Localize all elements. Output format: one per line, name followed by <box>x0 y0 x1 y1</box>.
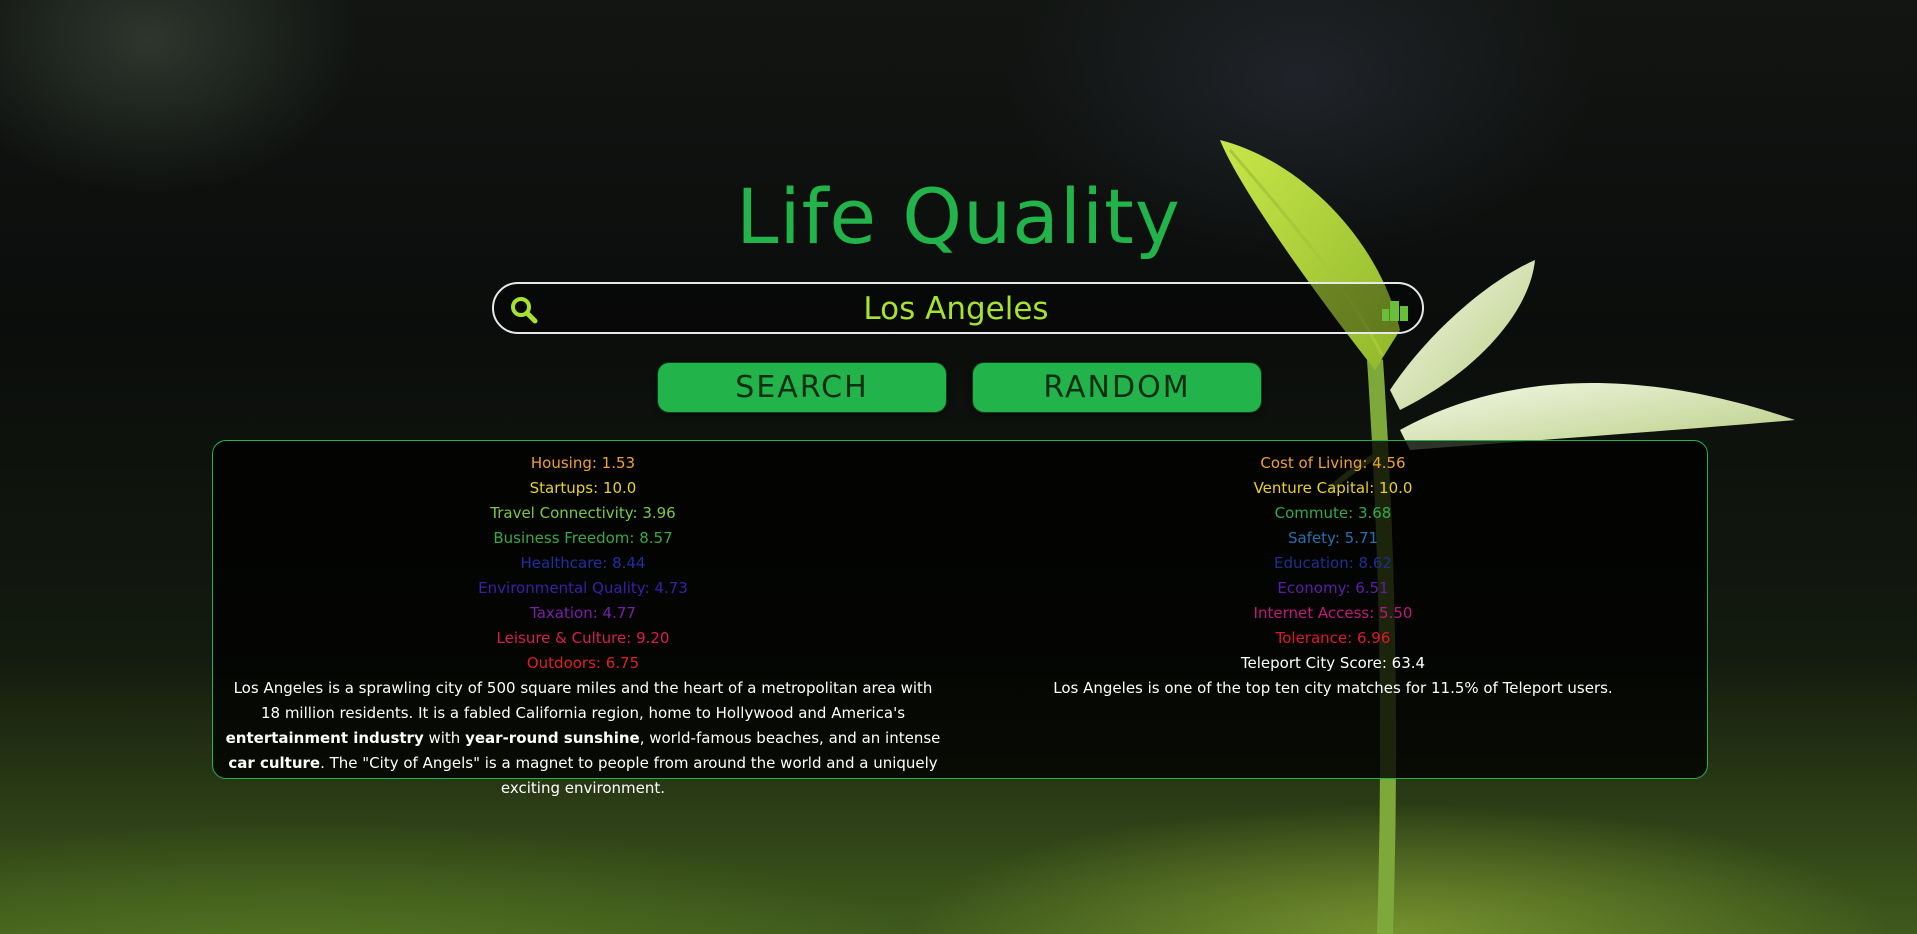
page-title: Life Quality <box>736 172 1181 261</box>
summary-bold-3: car culture <box>228 754 321 772</box>
stat-outdoors: Outdoors: 6.75 <box>526 654 640 672</box>
stat-healthcare: Healthcare: 8.44 <box>520 554 646 572</box>
stat-business-freedom: Business Freedom: 8.57 <box>493 529 673 547</box>
city-summary: Los Angeles is a sprawling city of 500 s… <box>223 676 943 801</box>
stat-taxation: Taxation: 4.77 <box>530 604 636 622</box>
teleport-match-note: Los Angeles is one of the top ten city m… <box>1053 679 1613 697</box>
stat-venture-capital: Venture Capital: 10.0 <box>1253 479 1413 497</box>
stat-cost-of-living: Cost of Living: 4.56 <box>1260 454 1406 472</box>
search-bar[interactable] <box>492 282 1424 334</box>
summary-bold-1: entertainment industry <box>225 729 424 747</box>
stat-housing: Housing: 1.53 <box>530 454 636 472</box>
city-icon <box>1382 301 1408 321</box>
search-icon[interactable] <box>510 296 538 324</box>
summary-text-3: , world-famous beaches, and an intense <box>639 729 941 747</box>
summary-text-1: Los Angeles is a sprawling city of 500 s… <box>233 679 933 722</box>
summary-text-2: with <box>423 729 466 747</box>
random-button[interactable]: RANDOM <box>972 362 1262 413</box>
stat-environmental-quality: Environmental Quality: 4.73 <box>478 579 688 597</box>
stat-travel-connectivity: Travel Connectivity: 3.96 <box>490 504 676 522</box>
stat-safety: Safety: 5.71 <box>1287 529 1379 547</box>
stat-leisure-culture: Leisure & Culture: 9.20 <box>496 629 670 647</box>
summary-text-4: . The "City of Angels" is a magnet to pe… <box>320 754 938 797</box>
stat-tolerance: Tolerance: 6.96 <box>1275 629 1391 647</box>
stat-internet-access: Internet Access: 5.50 <box>1253 604 1413 622</box>
results-left-column: Housing: 1.53 Startups: 10.0 Travel Conn… <box>223 451 943 801</box>
search-button[interactable]: SEARCH <box>657 362 947 413</box>
search-input[interactable] <box>554 288 1358 330</box>
stat-education: Education: 8.62 <box>1274 554 1392 572</box>
stat-commute: Commute: 3.68 <box>1274 504 1392 522</box>
teleport-city-score: Teleport City Score: 63.4 <box>1240 654 1426 672</box>
summary-bold-2: year-round sunshine <box>465 729 640 747</box>
stat-startups: Startups: 10.0 <box>529 479 637 497</box>
stat-economy: Economy: 6.51 <box>1277 579 1389 597</box>
results-right-column: Cost of Living: 4.56 Venture Capital: 10… <box>973 451 1693 701</box>
results-panel: Housing: 1.53 Startups: 10.0 Travel Conn… <box>212 440 1708 797</box>
